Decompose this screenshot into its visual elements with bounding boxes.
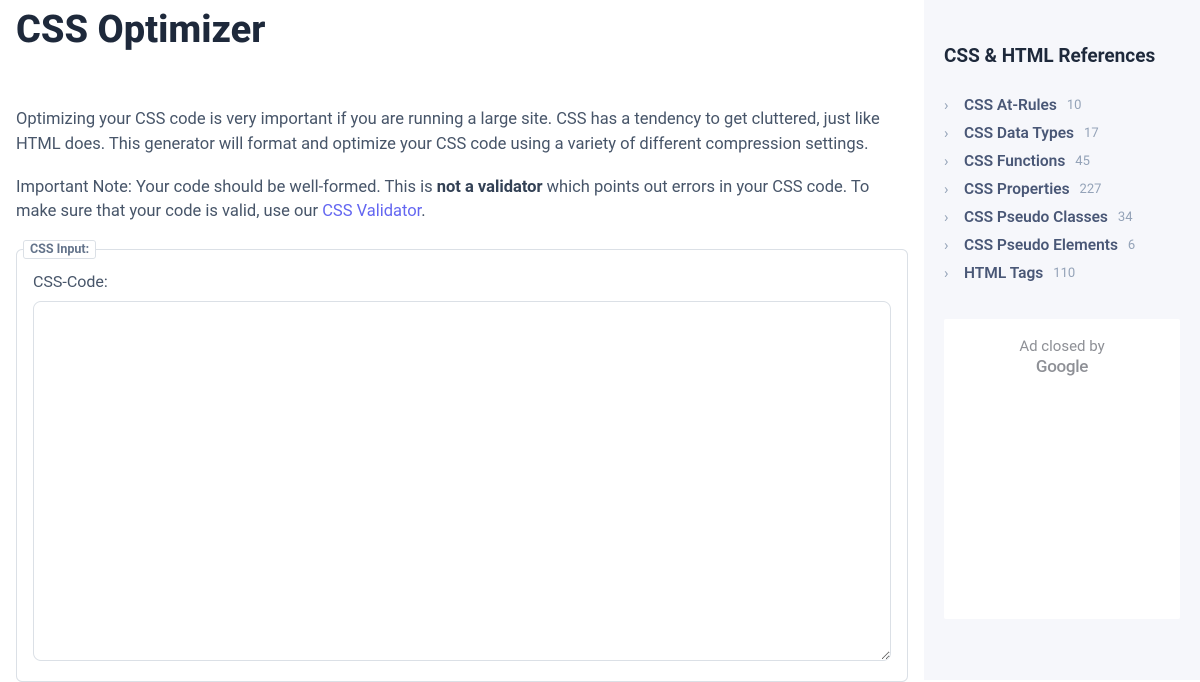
sidebar-title: CSS & HTML References (944, 44, 1180, 67)
ref-count: 227 (1080, 182, 1102, 197)
sidebar-item-css-at-rules[interactable]: › CSS At-Rules 10 (944, 91, 1180, 119)
sidebar-item-css-properties[interactable]: › CSS Properties 227 (944, 175, 1180, 203)
reference-list: › CSS At-Rules 10 › CSS Data Types 17 › … (944, 91, 1180, 287)
sidebar-item-css-pseudo-classes[interactable]: › CSS Pseudo Classes 34 (944, 203, 1180, 231)
sidebar-item-css-data-types[interactable]: › CSS Data Types 17 (944, 119, 1180, 147)
ref-label: CSS Properties (964, 180, 1070, 198)
ref-count: 6 (1128, 238, 1135, 253)
note-suffix: . (421, 202, 425, 221)
page-title: CSS Optimizer (16, 8, 908, 52)
chevron-right-icon: › (944, 98, 954, 113)
chevron-right-icon: › (944, 126, 954, 141)
css-code-textarea[interactable] (33, 301, 891, 661)
ref-label: CSS Functions (964, 152, 1065, 170)
sidebar-item-css-pseudo-elements[interactable]: › CSS Pseudo Elements 6 (944, 231, 1180, 259)
ref-count: 10 (1067, 98, 1082, 113)
chevron-right-icon: › (944, 210, 954, 225)
intro-paragraph-2: Important Note: Your code should be well… (16, 176, 886, 226)
intro-paragraph-1: Optimizing your CSS code is very importa… (16, 108, 886, 158)
sidebar-item-html-tags[interactable]: › HTML Tags 110 (944, 259, 1180, 287)
note-prefix: Important Note: Your code should be well… (16, 178, 437, 197)
css-input-fieldset: CSS Input: CSS-Code: (16, 249, 908, 682)
chevron-right-icon: › (944, 266, 954, 281)
ref-count: 34 (1118, 210, 1133, 225)
chevron-right-icon: › (944, 238, 954, 253)
css-validator-link[interactable]: CSS Validator (322, 202, 421, 221)
fieldset-legend: CSS Input: (23, 240, 96, 259)
ad-google-text: Google (1036, 357, 1088, 377)
note-bold: not a validator (437, 178, 543, 197)
chevron-right-icon: › (944, 154, 954, 169)
ad-slot: Ad closed by Google (944, 319, 1180, 619)
main-content: CSS Optimizer Optimizing your CSS code i… (0, 0, 924, 680)
ref-label: CSS At-Rules (964, 96, 1057, 114)
css-code-label: CSS-Code: (33, 272, 891, 291)
ref-count: 45 (1075, 154, 1090, 169)
sidebar: CSS & HTML References › CSS At-Rules 10 … (924, 0, 1200, 680)
ref-label: CSS Data Types (964, 124, 1074, 142)
chevron-right-icon: › (944, 182, 954, 197)
ref-count: 110 (1053, 266, 1075, 281)
ad-closed-text: Ad closed by (1019, 337, 1104, 357)
sidebar-item-css-functions[interactable]: › CSS Functions 45 (944, 147, 1180, 175)
ref-count: 17 (1084, 126, 1099, 141)
ref-label: CSS Pseudo Classes (964, 208, 1108, 226)
ref-label: HTML Tags (964, 264, 1043, 282)
ref-label: CSS Pseudo Elements (964, 236, 1118, 254)
